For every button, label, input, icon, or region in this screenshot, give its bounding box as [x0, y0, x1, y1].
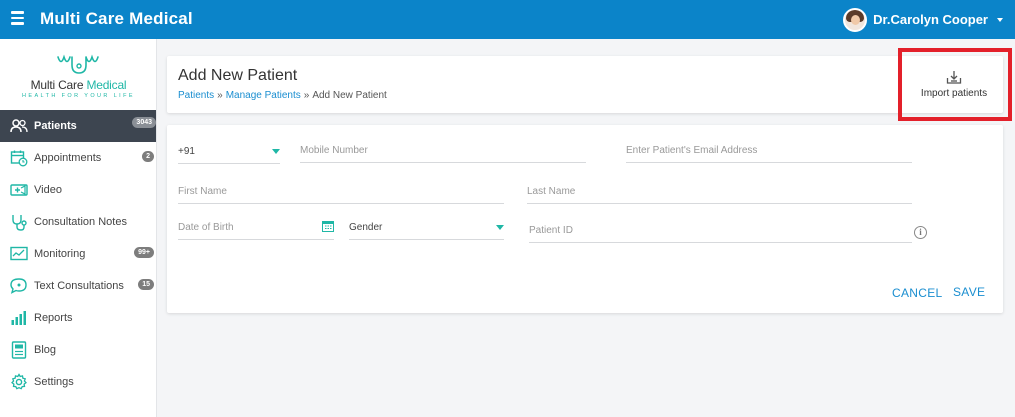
calendar-icon: [10, 149, 28, 167]
stethoscope-icon: [10, 213, 28, 231]
monitoring-count-badge: 99+: [134, 247, 154, 258]
calendar-icon[interactable]: [322, 220, 334, 232]
country-code-select[interactable]: +91: [178, 146, 280, 164]
first-name-input[interactable]: First Name: [178, 186, 504, 204]
email-input[interactable]: Enter Patient's Email Address: [626, 145, 912, 163]
page-header: Add New Patient Patients» Manage Patients…: [167, 56, 1003, 113]
app-title: Multi Care Medical: [40, 9, 193, 28]
reports-icon: [10, 309, 28, 327]
date-of-birth-input[interactable]: Date of Birth: [178, 220, 334, 240]
logo-tagline: HEALTH FOR YOUR LIFE: [22, 93, 135, 99]
cancel-button[interactable]: CANCEL: [892, 286, 942, 300]
logo-wave-icon: [56, 54, 99, 74]
sidebar-item-label: Consultation Notes: [34, 216, 127, 228]
sidebar-item-monitoring[interactable]: Monitoring 99+: [0, 238, 156, 270]
sidebar-item-reports[interactable]: Reports: [0, 302, 156, 334]
patient-id-input[interactable]: Patient ID: [529, 225, 912, 243]
sidebar: Multi Care Medical HEALTH FOR YOUR LIFE …: [0, 39, 157, 417]
sidebar-item-appointments[interactable]: Appointments 2: [0, 142, 156, 174]
import-patients-label: Import patients: [920, 88, 988, 99]
blog-icon: [10, 341, 28, 359]
text-consultations-count-badge: 15: [138, 279, 154, 290]
sidebar-item-text-consultations[interactable]: Text Consultations 15: [0, 270, 156, 302]
sidebar-item-label: Patients: [34, 120, 77, 132]
gender-select[interactable]: Gender: [349, 222, 504, 240]
sidebar-item-settings[interactable]: Settings: [0, 366, 156, 398]
last-name-input[interactable]: Last Name: [527, 186, 912, 204]
menu-icon[interactable]: [11, 11, 24, 26]
sidebar-item-label: Video: [34, 184, 62, 196]
sidebar-item-label: Blog: [34, 344, 57, 356]
date-of-birth-placeholder: Date of Birth: [178, 222, 234, 233]
mobile-number-input[interactable]: Mobile Number: [300, 145, 586, 163]
caret-down-icon: [997, 18, 1003, 22]
page-title: Add New Patient: [178, 67, 298, 84]
breadcrumb-separator: »: [217, 90, 223, 101]
sidebar-item-label: Text Consultations: [34, 280, 124, 292]
breadcrumb: Patients» Manage Patients» Add New Patient: [178, 90, 387, 101]
logo: Multi Care Medical HEALTH FOR YOUR LIFE: [0, 53, 157, 99]
country-code-value: +91: [178, 146, 195, 157]
logo-name: Multi Care Medical: [30, 78, 127, 92]
sidebar-item-consultation-notes[interactable]: Consultation Notes: [0, 206, 156, 238]
info-icon[interactable]: i: [914, 226, 927, 239]
save-button[interactable]: SAVE: [953, 285, 985, 299]
breadcrumb-patients-link[interactable]: Patients: [178, 90, 214, 101]
sidebar-nav: Patients 3043 Appointments 2 Video Consu…: [0, 110, 156, 398]
gear-icon: [10, 373, 28, 391]
sidebar-item-patients[interactable]: Patients 3043: [0, 110, 156, 142]
dropdown-arrow-icon: [272, 149, 280, 154]
avatar: [843, 7, 868, 32]
sidebar-item-label: Settings: [34, 376, 74, 388]
import-patients-button[interactable]: Import patients: [920, 70, 988, 104]
sidebar-item-blog[interactable]: Blog: [0, 334, 156, 366]
user-name: Dr.Carolyn Cooper: [873, 12, 988, 27]
gender-value: Gender: [349, 222, 383, 233]
appointments-count-badge: 2: [142, 151, 154, 162]
breadcrumb-separator: »: [303, 90, 310, 101]
patients-count-badge: 3043: [132, 117, 156, 128]
dropdown-arrow-icon: [496, 225, 504, 230]
sidebar-item-label: Monitoring: [34, 248, 86, 260]
sidebar-item-video[interactable]: Video: [0, 174, 156, 206]
monitoring-icon: [10, 245, 28, 263]
patients-icon: [10, 117, 28, 135]
chat-icon: [10, 277, 28, 295]
user-menu[interactable]: Dr.Carolyn Cooper: [843, 7, 1003, 32]
sidebar-item-label: Reports: [34, 312, 73, 324]
video-icon: [10, 181, 28, 199]
breadcrumb-current: Add New Patient: [312, 90, 387, 101]
breadcrumb-manage-patients-link[interactable]: Manage Patients: [226, 90, 301, 101]
sidebar-item-label: Appointments: [34, 152, 102, 164]
top-bar: Multi Care Medical Dr.Carolyn Cooper: [0, 0, 1015, 39]
import-icon: [946, 71, 962, 84]
